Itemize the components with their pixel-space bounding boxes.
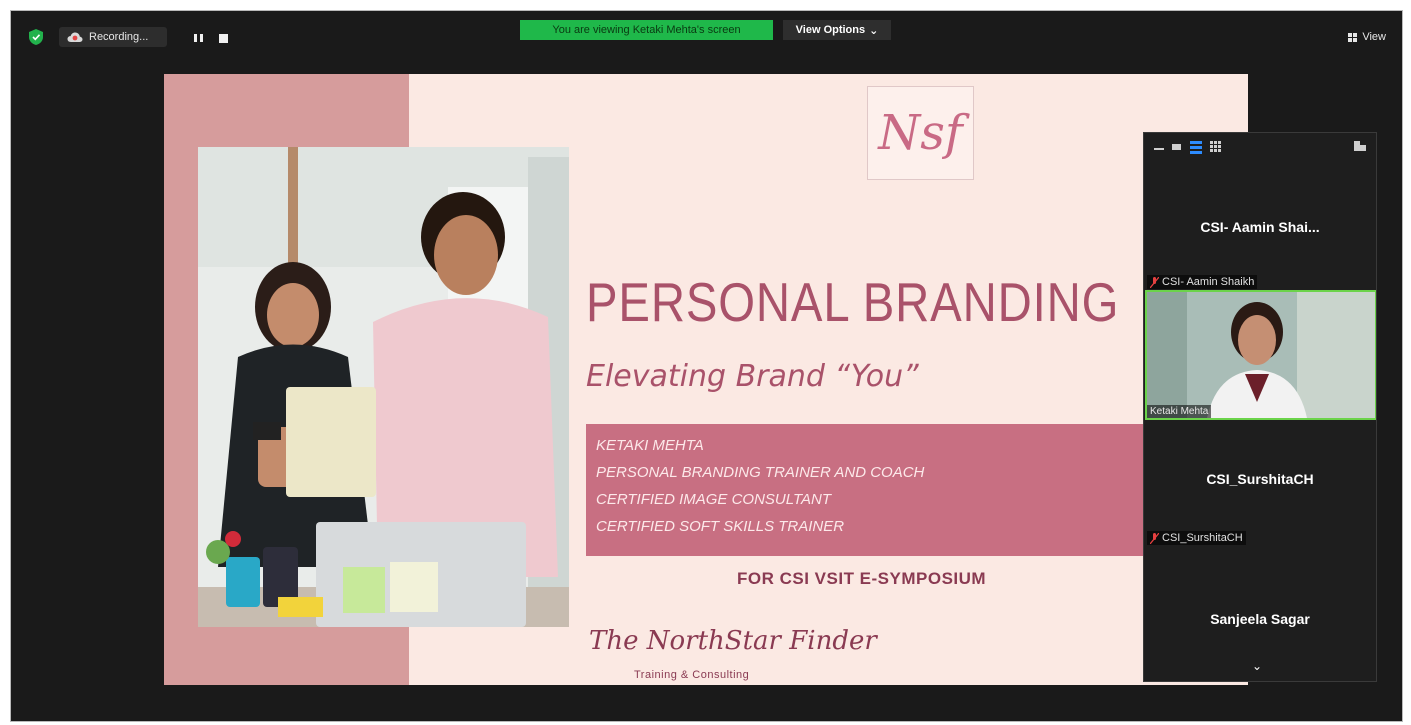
participant-name: CSI_SurshitaCH [1206,471,1314,487]
speaker-name-tag: Ketaki Mehta [1147,405,1212,418]
thumbnail-view-icon[interactable] [1172,144,1181,150]
active-speaker-video[interactable]: Ketaki Mehta [1145,290,1376,420]
exit-side-by-side-icon[interactable] [1354,141,1366,151]
brand-name: The NorthStar Finder [589,626,877,656]
stop-recording-icon[interactable] [219,34,228,43]
slide-title: PERSONAL BRANDING [586,271,1120,333]
presenter-details: KETAKI MEHTA PERSONAL BRANDING TRAINER A… [586,424,1146,556]
detail-line: CERTIFIED IMAGE CONSULTANT [596,491,832,508]
gallery-view-icon[interactable] [1210,141,1221,152]
recording-label: Recording... [89,31,149,43]
participant-tag-label: CSI_SurshitaCH [1162,532,1243,544]
slide-subtitle: Elevating Brand “You” [586,359,919,394]
speaker-video-frame [1147,292,1375,418]
detail-line: PERSONAL BRANDING TRAINER AND COACH [596,464,925,481]
view-options-label: View Options [795,24,866,36]
participant-name: Sanjeela Sagar [1210,611,1310,627]
detail-line: CERTIFIED SOFT SKILLS TRAINER [596,518,845,535]
participant-panel: CSI- Aamin Shai... CSI- Aamin Shaikh Ket… [1143,132,1377,682]
participant-tag: CSI- Aamin Shaikh [1147,275,1258,289]
shield-icon[interactable] [29,29,43,45]
speaker-view-icon[interactable] [1190,141,1202,156]
chevron-down-icon[interactable]: ⌄ [1252,659,1262,673]
brand-tagline: Training & Consulting [634,669,750,681]
view-button[interactable]: View [1348,31,1386,43]
participant-tile[interactable]: CSI- Aamin Shai... CSI- Aamin Shaikh [1144,159,1376,289]
meeting-window: Recording... You are viewing Ketaki Meht… [10,10,1403,722]
view-options-button[interactable]: View Options ⌄ [783,20,891,40]
view-label: View [1362,31,1386,43]
chevron-down-icon: ⌄ [869,24,879,37]
participant-tag-label: CSI- Aamin Shaikh [1162,276,1255,288]
mic-muted-icon [1150,532,1159,544]
minimize-icon[interactable] [1154,148,1164,150]
nsf-logo: Nsf [867,86,974,180]
grid-view-icon [1348,32,1358,42]
shared-screen: Nsf PERSONAL BRANDING Elevating Brand “Y… [164,74,1248,685]
detail-line: KETAKI MEHTA [596,437,704,454]
participant-name: CSI- Aamin Shai... [1200,219,1320,235]
participant-tag: CSI_SurshitaCH [1147,531,1246,545]
pause-recording-icon[interactable] [193,33,205,43]
event-label: FOR CSI VSIT E-SYMPOSIUM [737,569,987,588]
slide-photo [198,147,569,627]
mic-muted-icon [1150,276,1159,288]
panel-toolbar [1144,133,1376,159]
participant-tile[interactable]: CSI_SurshitaCH CSI_SurshitaCH [1144,419,1376,549]
screen-share-banner: You are viewing Ketaki Mehta's screen [520,20,773,40]
cloud-recording-icon [67,32,83,42]
recording-indicator[interactable]: Recording... [59,27,167,47]
